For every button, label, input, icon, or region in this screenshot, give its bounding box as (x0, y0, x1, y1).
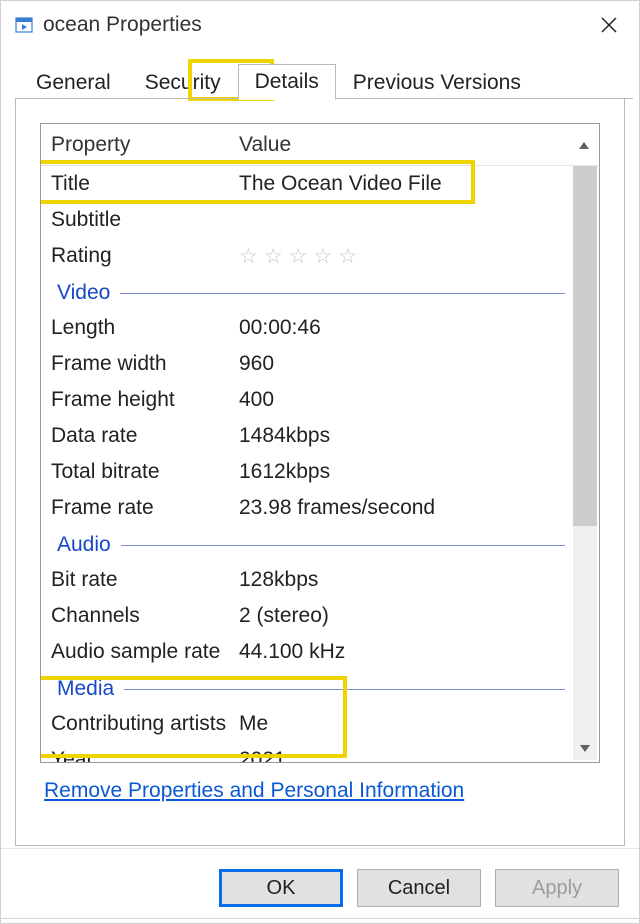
row-samplerate[interactable]: Audio sample rate 44.100 kHz (41, 634, 571, 670)
prop-frameheight: Frame height (51, 388, 239, 412)
window-title: ocean Properties (43, 13, 589, 37)
val-title: The Ocean Video File (239, 172, 571, 196)
val-framewidth: 960 (239, 352, 571, 376)
prop-artists: Contributing artists (51, 712, 239, 736)
group-video: Video (41, 274, 571, 310)
row-channels[interactable]: Channels 2 (stereo) (41, 598, 571, 634)
group-audio-label: Audio (57, 533, 121, 557)
row-year[interactable]: Year 2021 (41, 742, 571, 762)
row-bitrate[interactable]: Bit rate 128kbps (41, 562, 571, 598)
group-audio-rule (121, 545, 565, 546)
row-artists[interactable]: Contributing artists Me (41, 706, 571, 742)
prop-length: Length (51, 316, 239, 340)
val-samplerate: 44.100 kHz (239, 640, 571, 664)
prop-framewidth: Frame width (51, 352, 239, 376)
tab-previous-versions[interactable]: Previous Versions (336, 65, 538, 100)
prop-totalbitrate: Total bitrate (51, 460, 239, 484)
prop-subtitle: Subtitle (51, 208, 239, 232)
dialog-buttons: OK Cancel Apply (1, 848, 639, 923)
val-length: 00:00:46 (239, 316, 571, 340)
row-datarate[interactable]: Data rate 1484kbps (41, 418, 571, 454)
val-frameheight: 400 (239, 388, 571, 412)
row-framerate[interactable]: Frame rate 23.98 frames/second (41, 490, 571, 526)
group-media-label: Media (57, 677, 124, 701)
val-bitrate: 128kbps (239, 568, 571, 592)
apply-button[interactable]: Apply (495, 869, 619, 907)
group-video-label: Video (57, 281, 120, 305)
val-datarate: 1484kbps (239, 424, 571, 448)
prop-channels: Channels (51, 604, 239, 628)
tab-details[interactable]: Details (238, 64, 336, 100)
group-media-rule (124, 689, 565, 690)
val-artists: Me (239, 712, 571, 736)
row-subtitle[interactable]: Subtitle (41, 202, 571, 238)
properties-list: Property Value Title The Ocean Video Fil… (40, 123, 600, 763)
row-title[interactable]: Title The Ocean Video File (41, 166, 571, 202)
val-framerate: 23.98 frames/second (239, 496, 571, 520)
column-property[interactable]: Property (41, 133, 239, 157)
scrollbar-thumb[interactable] (573, 166, 597, 526)
column-value[interactable]: Value (239, 133, 569, 157)
properties-dialog: ocean Properties General Security Detail… (0, 0, 640, 924)
vertical-scrollbar[interactable] (573, 166, 597, 760)
row-totalbitrate[interactable]: Total bitrate 1612kbps (41, 454, 571, 490)
tab-security[interactable]: Security (128, 65, 238, 100)
prop-title: Title (51, 172, 239, 196)
titlebar: ocean Properties (1, 1, 639, 45)
ok-button[interactable]: OK (219, 869, 343, 907)
group-video-rule (120, 293, 565, 294)
tab-general[interactable]: General (19, 65, 128, 100)
prop-samplerate: Audio sample rate (51, 640, 239, 664)
row-length[interactable]: Length 00:00:46 (41, 310, 571, 346)
prop-bitrate: Bit rate (51, 568, 239, 592)
prop-rating: Rating (51, 244, 239, 268)
details-pane: Property Value Title The Ocean Video Fil… (15, 99, 625, 846)
scroll-up-button[interactable] (569, 134, 599, 155)
remove-properties-link[interactable]: Remove Properties and Personal Informati… (44, 779, 624, 803)
prop-year: Year (51, 748, 239, 762)
rating-stars-icon[interactable]: ☆☆☆☆☆ (239, 246, 571, 267)
group-audio: Audio (41, 526, 571, 562)
list-header: Property Value (41, 124, 599, 166)
scroll-down-button[interactable] (573, 738, 597, 760)
row-rating[interactable]: Rating ☆☆☆☆☆ (41, 238, 571, 274)
row-framewidth[interactable]: Frame width 960 (41, 346, 571, 382)
prop-datarate: Data rate (51, 424, 239, 448)
prop-framerate: Frame rate (51, 496, 239, 520)
close-icon (600, 16, 618, 34)
group-media: Media (41, 670, 571, 706)
bottom-edge (0, 918, 640, 924)
row-frameheight[interactable]: Frame height 400 (41, 382, 571, 418)
tab-strip: General Security Details Previous Versio… (1, 45, 639, 99)
val-totalbitrate: 1612kbps (239, 460, 571, 484)
val-channels: 2 (stereo) (239, 604, 571, 628)
list-body: Title The Ocean Video File Subtitle Rati… (41, 166, 571, 762)
cancel-button[interactable]: Cancel (357, 869, 481, 907)
video-file-icon (15, 16, 33, 34)
close-button[interactable] (589, 7, 629, 43)
val-year: 2021 (239, 748, 571, 762)
